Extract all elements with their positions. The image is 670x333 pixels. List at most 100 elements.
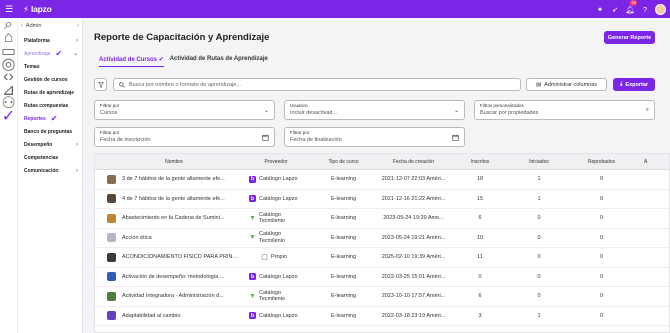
course-thumbnail <box>107 291 116 301</box>
app-logo[interactable]: ⚡ lapzo <box>23 4 52 15</box>
course-type: E-learning <box>330 195 357 202</box>
started-count: 0 <box>537 273 541 280</box>
lapzo-provider-icon: b <box>249 312 256 320</box>
custom-filters-input[interactable]: Filtros personalizados Buscar por propie… <box>474 100 655 120</box>
chevron-icon: › <box>76 37 78 44</box>
sidebar-item-reportes[interactable]: Reportes ✔ <box>18 112 82 125</box>
creation-date: 2023-10-10 17:57 Améri... <box>381 293 446 300</box>
sidebar-item-rutas-de-aprendizaje[interactable]: Rutas de aprendizaje <box>18 86 82 99</box>
course-thumbnail <box>107 213 116 223</box>
completion-date-filter[interactable]: Filtrar por Fecha de finalización <box>284 127 465 147</box>
course-thumbnail <box>107 252 116 262</box>
column-header-name[interactable]: Nombre <box>107 159 241 165</box>
app-logo-text: lapzo <box>30 3 52 14</box>
creation-date: 2022-03-25 15:01 Améri... <box>381 273 446 280</box>
sidebar-item-aprendizaje[interactable]: Aprendizaje ✔ ⌄ <box>18 47 82 60</box>
enrollment-date-filter[interactable]: Filtrar por Fecha de inscripción <box>94 127 275 147</box>
sidebar: ‹ Admin ‹ Plataforma › Aprendizaje ✔ ⌄ Temas Ge… <box>18 18 83 333</box>
course-thumbnail <box>107 233 116 243</box>
course-thumbnail <box>107 194 116 204</box>
sidebar-item-competencias[interactable]: Competencias <box>18 151 82 164</box>
column-header-type[interactable]: Tipo de curso <box>311 159 376 165</box>
enrolled-count: 11 <box>477 254 483 261</box>
table-row[interactable]: Adaptabilidad al cambio b Catálogo Lapzo … <box>95 307 669 326</box>
course-name[interactable]: ACONDICIONAMIENTO FISICO PARA PRINCI... <box>122 254 241 260</box>
table-row[interactable]: Acción ética ▼ Catálogo Tecmilenio E-lear… <box>95 229 669 248</box>
generate-report-button[interactable]: Generar Reporte <box>604 31 655 44</box>
table-row[interactable]: Activación de desempeño: metodología ...… <box>95 268 669 287</box>
help-icon[interactable]: ? <box>640 4 650 14</box>
rail-check-icon[interactable]: ✓ <box>0 108 17 125</box>
provider-name: Catálogo Lapzo <box>259 312 298 319</box>
started-count: 0 <box>537 293 541 300</box>
search-input[interactable]: Busca por nombre o formato de aprendizaj… <box>113 78 521 91</box>
filter-by-select[interactable]: Filtrar por Cursos ⌄ <box>94 100 275 120</box>
sparkle-icon[interactable]: ✦ <box>595 4 605 14</box>
course-type: E-learning <box>330 234 357 241</box>
filter-button[interactable] <box>94 78 107 91</box>
sidebar-item-plataforma[interactable]: Plataforma › <box>18 34 82 47</box>
sidebar-back[interactable]: ‹ Admin ‹ <box>18 18 82 34</box>
tab-bar: Actividad de Cursos ✔ Actividad de Rutas… <box>99 56 268 67</box>
course-name[interactable]: Acción ética <box>122 235 241 241</box>
users-select[interactable]: Usuarios Incluir desactivad... ⌄ <box>284 100 465 120</box>
course-name[interactable]: Abastecimiento en la Cadena de Sumini... <box>122 215 241 221</box>
column-header-more[interactable]: A <box>634 159 669 165</box>
course-name[interactable]: 3 de 7 hábitos de la gente altamente efe… <box>122 176 241 182</box>
creation-date: 2025-02-10 19:39 Améri... <box>381 254 446 261</box>
calendar-icon[interactable] <box>262 134 269 141</box>
filter-by-value: Cursos <box>100 110 118 116</box>
creation-date: 2023-05-24 19:21 Améri... <box>381 234 446 241</box>
course-type: E-learning <box>330 215 357 222</box>
sidebar-item-temas[interactable]: Temas <box>18 60 82 73</box>
column-header-enrolled[interactable]: Inscritos <box>451 159 509 165</box>
creation-date: 2021-12-07 22:03 Améri... <box>381 176 446 183</box>
column-header-started[interactable]: Iniciados <box>509 159 569 165</box>
columns-icon: ▤ <box>535 81 542 88</box>
table-header: Nombre Proveedor Tipo de curso Fecha de … <box>95 154 669 170</box>
enrolled-count: 6 <box>478 215 482 222</box>
top-bar: ☰ ⚡ lapzo ✦ ➶ 🔔︎ 29 ? <box>0 0 670 18</box>
table-row[interactable]: Actividad Integradora - Administración d… <box>95 287 669 307</box>
funnel-icon <box>97 81 104 88</box>
column-header-created[interactable]: Fecha de creación <box>376 159 451 165</box>
manage-columns-button[interactable]: ▤ Administrar columnas <box>526 78 607 91</box>
course-name[interactable]: Adaptabilidad al cambio <box>122 313 241 319</box>
export-button[interactable]: ⤓ Exportar <box>613 78 655 91</box>
course-name[interactable]: Activación de desempeño: metodología ... <box>122 274 241 280</box>
sidebar-item-rutas-compuestas[interactable]: Rutas compuestas <box>18 99 82 112</box>
lapzo-logo-mark-icon: ⚡ <box>23 3 29 14</box>
column-header-failed[interactable]: Reprobados <box>569 159 634 165</box>
table-row[interactable]: 3 de 7 hábitos de la gente altamente efe… <box>95 170 669 190</box>
chevron-icon: › <box>76 141 78 148</box>
calendar-icon[interactable] <box>452 134 459 141</box>
sidebar-item-label: Banco de preguntas <box>24 128 73 135</box>
check-icon: ✔ <box>158 57 164 63</box>
provider-name: Catálogo Tecmilenio <box>259 289 285 303</box>
table-row[interactable]: 4 de 7 hábitos de la gente altamente efe… <box>95 190 669 209</box>
course-name[interactable]: Actividad Integradora - Administración d… <box>122 293 241 299</box>
collapse-icon[interactable]: ‹ <box>77 23 79 29</box>
menu-icon[interactable]: ☰ <box>5 4 17 15</box>
sidebar-item-desempe-o[interactable]: Desempeño › <box>18 138 82 151</box>
custom-filters-value: Buscar por propiedades <box>480 110 539 116</box>
avatar[interactable] <box>655 3 666 15</box>
tab-course-activity[interactable]: Actividad de Cursos ✔ <box>99 56 164 67</box>
tecmilenio-provider-icon: ▼ <box>249 214 256 222</box>
enrolled-count: 3 <box>478 312 482 319</box>
sidebar-item-comunicaci-n[interactable]: Comunicación › <box>18 164 82 177</box>
tab-learning-paths[interactable]: Actividad de Rutas de Aprendizaje <box>170 56 268 67</box>
check-icon: ✔ <box>50 114 58 123</box>
table-row[interactable]: ACONDICIONAMIENTO FISICO PARA PRINCI... … <box>95 248 669 268</box>
sidebar-item-gesti-n-de-cursos[interactable]: Gestión de cursos <box>18 73 82 86</box>
failed-count: 0 <box>599 254 604 261</box>
rocket-icon[interactable]: ➶ <box>610 4 620 14</box>
sidebar-item-banco-de-preguntas[interactable]: Banco de preguntas <box>18 125 82 138</box>
column-header-provider[interactable]: Proveedor <box>241 159 311 165</box>
sidebar-item-label: Aprendizaje <box>24 50 51 57</box>
table-row[interactable]: Abastecimiento en la Cadena de Sumini...… <box>95 209 669 229</box>
bell-icon[interactable]: 🔔︎ 29 <box>625 0 638 14</box>
course-type: E-learning <box>330 273 357 280</box>
course-name[interactable]: 4 de 7 hábitos de la gente altamente efe… <box>122 196 241 202</box>
lapzo-provider-icon: b <box>249 273 256 281</box>
